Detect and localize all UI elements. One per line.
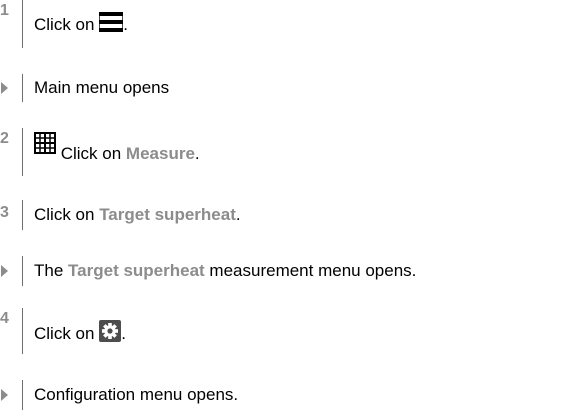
result-text: The Target superheat measurement menu op… bbox=[34, 261, 416, 281]
step-divider bbox=[22, 0, 23, 48]
step-text-pre: Click on bbox=[34, 205, 100, 224]
step-divider bbox=[22, 200, 23, 230]
result-text: Main menu opens bbox=[34, 78, 170, 97]
step-text-pre: Click on bbox=[34, 15, 100, 34]
step-text: Click on Target superheat. bbox=[34, 205, 241, 225]
step-text-pre: Click on bbox=[56, 144, 126, 163]
step-text: Click on . bbox=[34, 320, 126, 347]
result-text: Configuration menu opens. bbox=[34, 385, 239, 404]
menu-item-measure: Measure bbox=[125, 144, 195, 163]
menu-icon bbox=[98, 11, 124, 37]
step-text: Click on Measure. bbox=[34, 132, 200, 163]
result-1: Main menu opens bbox=[0, 74, 577, 102]
step-text-post: . bbox=[123, 15, 128, 34]
step-4: 4 Click on . bbox=[0, 308, 577, 354]
gear-icon bbox=[99, 320, 122, 347]
step-divider bbox=[22, 74, 23, 102]
step-text-post: . bbox=[121, 324, 126, 343]
grid-icon bbox=[34, 132, 56, 161]
step-divider bbox=[22, 380, 23, 410]
menu-name-target-superheat: Target superheat bbox=[68, 261, 205, 280]
result-3: Configuration menu opens. bbox=[0, 380, 577, 410]
result-arrow-icon bbox=[1, 265, 8, 277]
step-number: 2 bbox=[0, 130, 9, 147]
step-1: 1 Click on . bbox=[0, 0, 577, 48]
step-divider bbox=[22, 308, 23, 354]
menu-item-target-superheat: Target superheat bbox=[99, 205, 236, 224]
step-divider bbox=[22, 256, 23, 286]
step-3: 3 Click on Target superheat. bbox=[0, 200, 577, 230]
step-number: 4 bbox=[0, 310, 9, 327]
step-text-post: . bbox=[235, 205, 241, 224]
step-2: 2 Click on Measure. bbox=[0, 128, 577, 176]
step-text-post: . bbox=[194, 144, 200, 163]
step-text-pre: Click on bbox=[34, 324, 100, 343]
step-number: 3 bbox=[0, 204, 9, 221]
result-2: The Target superheat measurement menu op… bbox=[0, 256, 577, 286]
result-text-post: measurement menu opens. bbox=[204, 261, 417, 280]
result-text-pre: The bbox=[34, 261, 69, 280]
result-arrow-icon bbox=[1, 82, 8, 94]
result-arrow-icon bbox=[1, 389, 8, 401]
step-text: Click on . bbox=[34, 11, 128, 37]
step-divider bbox=[22, 128, 23, 176]
step-number: 1 bbox=[0, 2, 9, 19]
